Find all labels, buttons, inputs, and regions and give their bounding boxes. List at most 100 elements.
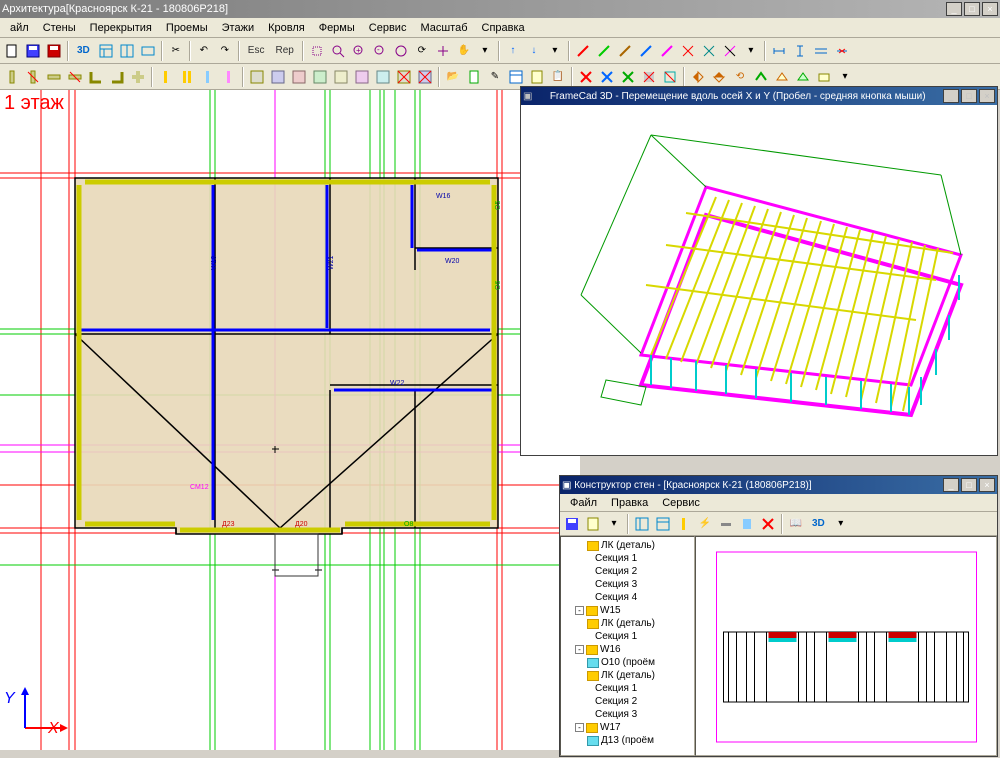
tree-item[interactable]: -W16: [563, 643, 692, 656]
floor4-icon[interactable]: [310, 67, 330, 87]
menu-roof[interactable]: Кровля: [262, 20, 311, 36]
panel-wall-constructor[interactable]: ▣ Конструктор стен - [Красноярск К-21 (1…: [559, 475, 998, 757]
panel-3d-titlebar[interactable]: ▣ FrameCad 3D - Перемещение вдоль осей X…: [521, 87, 997, 105]
maximize-button[interactable]: □: [964, 2, 980, 16]
menu-file[interactable]: айл: [4, 20, 35, 36]
wc-save-icon[interactable]: [562, 514, 582, 534]
wall-v-icon[interactable]: [2, 67, 22, 87]
panel3d-max-button[interactable]: □: [961, 89, 977, 103]
panelwc-min-button[interactable]: _: [943, 478, 959, 492]
dim-x-icon[interactable]: [832, 41, 852, 61]
roof3-icon[interactable]: [793, 67, 813, 87]
floor2-icon[interactable]: [268, 67, 288, 87]
redo-icon[interactable]: ↷: [215, 41, 235, 61]
line-green-icon[interactable]: [594, 41, 614, 61]
close-button[interactable]: ×: [982, 2, 998, 16]
floor3-icon[interactable]: [289, 67, 309, 87]
beam1-icon[interactable]: [156, 67, 176, 87]
menu-levels[interactable]: Этажи: [216, 20, 260, 36]
rep-button[interactable]: Rep: [270, 41, 298, 61]
floor1-icon[interactable]: [247, 67, 267, 87]
new-icon[interactable]: [2, 41, 22, 61]
3d-button[interactable]: 3D: [72, 41, 95, 61]
open-box-icon[interactable]: 📂: [443, 67, 463, 87]
esc-button[interactable]: Esc: [243, 41, 270, 61]
mirror-v-icon[interactable]: [709, 67, 729, 87]
tree-item[interactable]: Секция 4: [563, 591, 692, 604]
panel-3d-viewport[interactable]: [521, 105, 997, 455]
tree-item[interactable]: О10 (проём: [563, 656, 692, 669]
crosshair-icon[interactable]: [433, 41, 453, 61]
roof2-icon[interactable]: [772, 67, 792, 87]
wc-dropdown2-icon[interactable]: ▾: [831, 514, 851, 534]
floorx1-icon[interactable]: [394, 67, 414, 87]
wc-book-icon[interactable]: 📖: [786, 514, 806, 534]
tree-item[interactable]: ЛК (деталь): [563, 539, 692, 552]
wc-view1-icon[interactable]: [632, 514, 652, 534]
scissors-icon[interactable]: ✂: [166, 41, 186, 61]
wc-bolt-icon[interactable]: ⚡: [695, 514, 715, 534]
roof1-icon[interactable]: [751, 67, 771, 87]
panelwc-menu-file[interactable]: Файл: [564, 495, 603, 511]
report-icon[interactable]: [527, 67, 547, 87]
wc-report-icon[interactable]: [583, 514, 603, 534]
tree-item[interactable]: ЛК (деталь): [563, 617, 692, 630]
floorx2-icon[interactable]: [415, 67, 435, 87]
wc-dropdown-icon[interactable]: ▾: [604, 514, 624, 534]
beam4-icon[interactable]: [219, 67, 239, 87]
line-red-icon[interactable]: [573, 41, 593, 61]
tree-item[interactable]: -W17: [563, 721, 692, 734]
save-icon[interactable]: [23, 41, 43, 61]
wc-del-icon[interactable]: [758, 514, 778, 534]
floor6-icon[interactable]: [352, 67, 372, 87]
wall-h-icon[interactable]: [44, 67, 64, 87]
mirror-h-icon[interactable]: [688, 67, 708, 87]
tree-item[interactable]: Секция 3: [563, 708, 692, 721]
wc-paint-icon[interactable]: [737, 514, 757, 534]
doc-icon[interactable]: [464, 67, 484, 87]
undo-icon[interactable]: ↶: [194, 41, 214, 61]
tree-item[interactable]: Секция 3: [563, 578, 692, 591]
pan-icon[interactable]: ✋: [454, 41, 474, 61]
panel1-icon[interactable]: [96, 41, 116, 61]
panelwc-menu-service[interactable]: Сервис: [656, 495, 706, 511]
del-red-icon[interactable]: [576, 67, 596, 87]
zoom-out-icon[interactable]: -: [370, 41, 390, 61]
dim-hh-icon[interactable]: [811, 41, 831, 61]
props-icon[interactable]: [506, 67, 526, 87]
del-rect-icon[interactable]: [660, 67, 680, 87]
minimize-button[interactable]: _: [946, 2, 962, 16]
zoom-window-icon[interactable]: [328, 41, 348, 61]
menu-walls[interactable]: Стены: [37, 20, 82, 36]
beam2-icon[interactable]: [177, 67, 197, 87]
panel3d-close-button[interactable]: ×: [979, 89, 995, 103]
tree-item[interactable]: Д13 (проём: [563, 734, 692, 747]
panelwc-close-button[interactable]: ×: [979, 478, 995, 492]
pencil-icon[interactable]: ✎: [485, 67, 505, 87]
wc-tool-icon[interactable]: [716, 514, 736, 534]
tree-item[interactable]: Секция 2: [563, 565, 692, 578]
roof4-icon[interactable]: [814, 67, 834, 87]
select-icon[interactable]: [307, 41, 327, 61]
panel3-icon[interactable]: [138, 41, 158, 61]
panel-3d[interactable]: ▣ FrameCad 3D - Перемещение вдоль осей X…: [520, 86, 998, 456]
tree-item[interactable]: -W15: [563, 604, 692, 617]
menu-trusses[interactable]: Фермы: [313, 20, 361, 36]
rotate-icon[interactable]: ⟲: [730, 67, 750, 87]
line-brown-icon[interactable]: [615, 41, 635, 61]
line-x3-icon[interactable]: [720, 41, 740, 61]
line-x1-icon[interactable]: [678, 41, 698, 61]
floor5-icon[interactable]: [331, 67, 351, 87]
line-x2-icon[interactable]: [699, 41, 719, 61]
panelwc-max-button[interactable]: □: [961, 478, 977, 492]
canvas-2d[interactable]: W16 W20 W21 W18 W22 О6 О5 СМ12 Д23 Д20 О…: [0, 90, 580, 750]
cornerR-icon[interactable]: [107, 67, 127, 87]
dropdown1-icon[interactable]: ▾: [475, 41, 495, 61]
wc-beam-icon[interactable]: [674, 514, 694, 534]
tree-expand-icon[interactable]: -: [575, 645, 584, 654]
tree-item[interactable]: Секция 2: [563, 695, 692, 708]
clipboard-icon[interactable]: 📋: [548, 67, 568, 87]
del-grey-icon[interactable]: [639, 67, 659, 87]
wc-view2-icon[interactable]: [653, 514, 673, 534]
up-arrow-icon[interactable]: ↑: [503, 41, 523, 61]
